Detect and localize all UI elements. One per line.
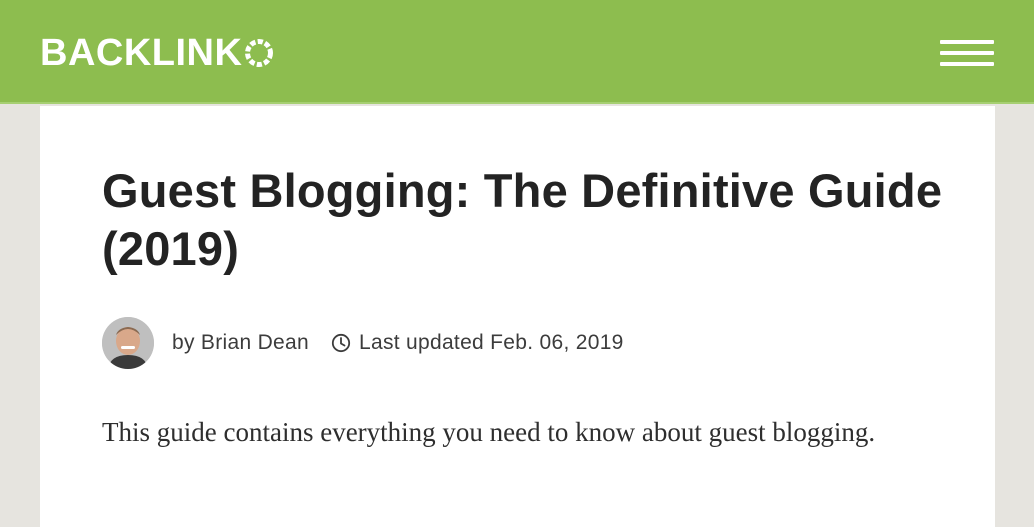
logo-text: BACKLINK — [40, 31, 243, 74]
hamburger-menu-icon[interactable] — [940, 40, 994, 68]
article-card: Guest Blogging: The Definitive Guide (20… — [40, 106, 995, 527]
article-byline: by Brian Dean Last updated Feb. 06, 2019 — [102, 317, 624, 369]
menu-bar-middle — [940, 51, 994, 55]
author-name[interactable]: by Brian Dean — [172, 331, 309, 355]
menu-bar-top — [940, 40, 994, 44]
menu-bar-bottom — [940, 62, 994, 66]
article-title: Guest Blogging: The Definitive Guide (20… — [102, 164, 943, 275]
avatar-portrait-icon — [102, 317, 154, 369]
article-intro: This guide contains everything you need … — [102, 417, 876, 447]
backlinko-logo[interactable]: BACKLINK — [40, 32, 274, 74]
clock-icon — [331, 333, 351, 353]
last-updated-date: Last updated Feb. 06, 2019 — [358, 331, 624, 354]
logo-o-icon — [245, 39, 274, 67]
author-avatar[interactable] — [102, 317, 154, 369]
site-header: BACKLINK — [0, 0, 1034, 104]
